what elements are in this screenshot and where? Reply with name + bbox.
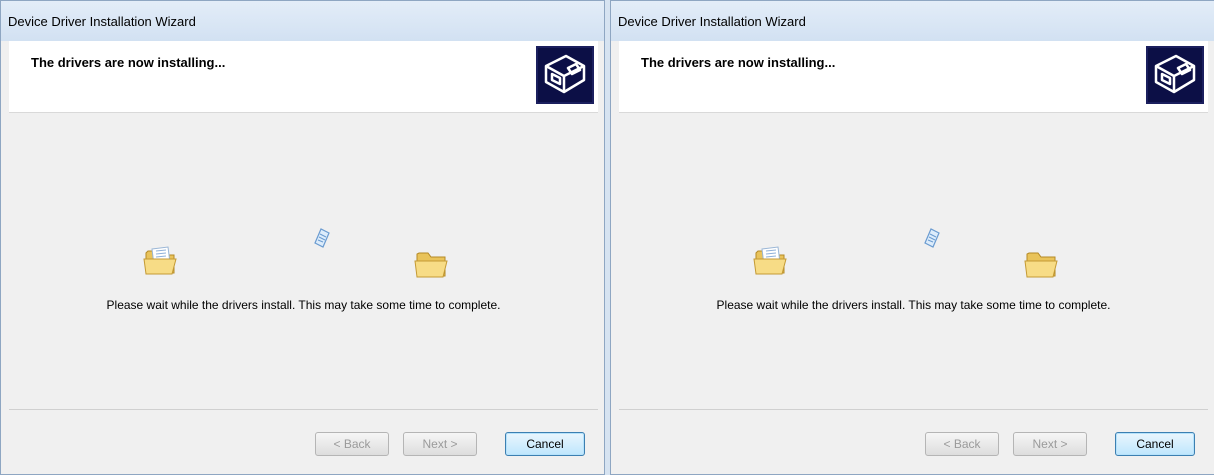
- back-button[interactable]: < Back: [925, 432, 999, 456]
- paper-icon: [924, 228, 940, 248]
- window-title: Device Driver Installation Wizard: [8, 14, 196, 29]
- next-button[interactable]: Next >: [403, 432, 477, 456]
- driver-hardware-icon: [1146, 46, 1204, 104]
- wizard-window-left: Device Driver Installation Wizard The dr…: [0, 0, 605, 475]
- header-title: The drivers are now installing...: [31, 55, 226, 70]
- wizard-content: Please wait while the drivers install. T…: [9, 113, 598, 409]
- wizard-window-right: Device Driver Installation Wizard The dr…: [610, 0, 1214, 475]
- wizard-header: The drivers are now installing...: [619, 41, 1208, 113]
- wizard-footer: < Back Next > Cancel: [9, 409, 598, 472]
- cancel-button[interactable]: Cancel: [505, 432, 585, 456]
- status-message: Please wait while the drivers install. T…: [716, 298, 1111, 312]
- back-button[interactable]: < Back: [315, 432, 389, 456]
- window-title: Device Driver Installation Wizard: [618, 14, 806, 29]
- paper-icon: [314, 228, 330, 248]
- driver-hardware-icon: [536, 46, 594, 104]
- wizard-header: The drivers are now installing...: [9, 41, 598, 113]
- folder-icon: [414, 252, 448, 278]
- wizard-content: Please wait while the drivers install. T…: [619, 113, 1208, 409]
- title-bar[interactable]: Device Driver Installation Wizard: [611, 1, 1214, 41]
- header-title: The drivers are now installing...: [641, 55, 836, 70]
- next-button[interactable]: Next >: [1013, 432, 1087, 456]
- cancel-button[interactable]: Cancel: [1115, 432, 1195, 456]
- wizard-footer: < Back Next > Cancel: [619, 409, 1208, 472]
- open-folder-icon: [143, 246, 177, 275]
- status-message: Please wait while the drivers install. T…: [106, 298, 501, 312]
- title-bar[interactable]: Device Driver Installation Wizard: [1, 1, 604, 41]
- folder-icon: [1024, 252, 1058, 278]
- open-folder-icon: [753, 246, 787, 275]
